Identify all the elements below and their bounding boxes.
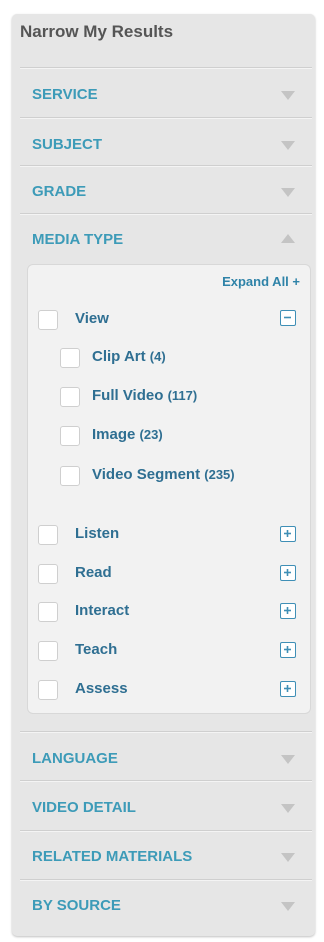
checkbox[interactable] [38, 680, 58, 700]
filter-row-image[interactable]: Image (23) [60, 424, 290, 450]
section-service-label: SERVICE [32, 86, 98, 103]
section-grade[interactable]: GRADE [20, 166, 312, 214]
triangle-up-icon [281, 234, 295, 243]
filter-row-interact[interactable]: Interact [38, 600, 300, 626]
filter-count: (117) [167, 388, 198, 403]
section-media-type-label: MEDIA TYPE [32, 231, 124, 248]
filter-label-teach: Teach [75, 641, 118, 658]
section-language[interactable]: LANGUAGE [20, 733, 312, 781]
filter-row-listen[interactable]: Listen [38, 523, 300, 549]
triangle-down-icon [281, 755, 295, 764]
section-subject-label: SUBJECT [32, 136, 103, 153]
plus-square-icon[interactable] [280, 681, 296, 697]
section-by-source[interactable]: BY SOURCE [20, 880, 312, 928]
section-subject[interactable]: SUBJECT [20, 119, 312, 167]
triangle-down-icon [281, 853, 295, 862]
checkbox[interactable] [60, 426, 80, 446]
filter-label-full-video: Full Video (117) [92, 387, 198, 404]
checkbox[interactable] [38, 525, 58, 545]
filter-row-assess[interactable]: Assess [38, 678, 300, 704]
minus-square-icon[interactable] [280, 310, 296, 326]
section-grade-label: GRADE [32, 183, 87, 200]
filter-label-assess: Assess [75, 680, 128, 697]
section-video-detail-label: VIDEO DETAIL [32, 799, 136, 816]
filter-count: (4) [149, 349, 166, 364]
filter-row-read[interactable]: Read [38, 562, 300, 588]
section-by-source-label: BY SOURCE [32, 897, 121, 914]
filter-count: (23) [139, 427, 163, 442]
filter-row-view[interactable]: View [38, 308, 300, 334]
triangle-down-icon [281, 141, 295, 150]
checkbox[interactable] [60, 387, 80, 407]
filter-label-interact: Interact [75, 602, 130, 619]
media-type-filter-box: Expand All + View Clip Art (4) Full Vide… [27, 264, 311, 714]
filter-label-image: Image (23) [92, 426, 163, 443]
triangle-down-icon [281, 188, 295, 197]
filter-row-clip-art[interactable]: Clip Art (4) [60, 346, 290, 372]
plus-square-icon[interactable] [280, 526, 296, 542]
filter-label-listen: Listen [75, 525, 120, 542]
filter-label-clip-art: Clip Art (4) [92, 348, 166, 365]
plus-square-icon[interactable] [280, 565, 296, 581]
filter-row-teach[interactable]: Teach [38, 639, 300, 665]
triangle-down-icon [281, 804, 295, 813]
plus-square-icon[interactable] [280, 603, 296, 619]
filter-label-video-segment: Video Segment (235) [92, 466, 235, 483]
expand-all-link[interactable]: Expand All + [222, 274, 300, 289]
triangle-down-icon [281, 91, 295, 100]
section-video-detail[interactable]: VIDEO DETAIL [20, 782, 312, 830]
filter-label-view: View [75, 310, 109, 327]
triangle-down-icon [281, 902, 295, 911]
section-media-type[interactable]: MEDIA TYPE [20, 214, 312, 262]
filter-count: (235) [204, 467, 235, 482]
plus-square-icon[interactable] [280, 642, 296, 658]
checkbox[interactable] [38, 310, 58, 330]
section-language-label: LANGUAGE [32, 750, 118, 767]
checkbox[interactable] [38, 602, 58, 622]
section-related-materials-label: RELATED MATERIALS [32, 848, 193, 865]
checkbox[interactable] [38, 641, 58, 661]
filter-row-full-video[interactable]: Full Video (117) [60, 385, 290, 411]
checkbox[interactable] [38, 564, 58, 584]
checkbox[interactable] [60, 466, 80, 486]
filter-row-video-segment[interactable]: Video Segment (235) [60, 464, 290, 490]
section-service[interactable]: SERVICE [20, 69, 312, 117]
panel-title: Narrow My Results [20, 22, 174, 41]
section-related-materials[interactable]: RELATED MATERIALS [20, 831, 312, 879]
checkbox[interactable] [60, 348, 80, 368]
filter-label-read: Read [75, 564, 112, 581]
